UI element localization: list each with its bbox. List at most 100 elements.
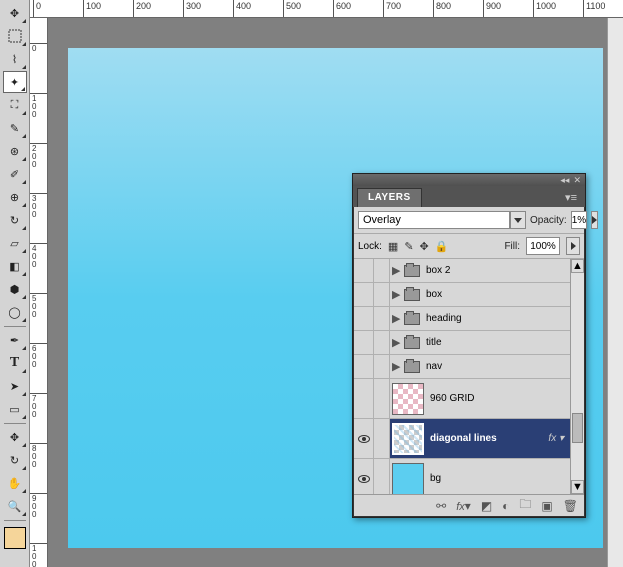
folder-icon [404,361,420,373]
layer-name[interactable]: title [426,337,442,348]
3d-tool[interactable]: ✥ [3,426,27,448]
visibility-toggle[interactable] [354,459,374,494]
eraser-tool[interactable]: ▱ [3,232,27,254]
magic-wand-tool[interactable]: ✦ [3,71,27,93]
gradient-tool[interactable]: ◧ [3,255,27,277]
lock-all-icon[interactable]: 🔒 [435,240,449,253]
layer-name[interactable]: nav [426,361,442,372]
zoom-tool[interactable]: 🔍 [3,495,27,517]
layer-thumbnail[interactable] [392,383,424,415]
3d-camera-tool[interactable]: ↻ [3,449,27,471]
visibility-toggle[interactable] [354,379,374,418]
link-column[interactable] [374,283,390,306]
panel-collapse-icon[interactable]: ◂◂ [560,175,569,186]
link-column[interactable] [374,331,390,354]
layer-name[interactable]: bg [430,473,441,484]
folder-icon [404,289,420,301]
layer-name[interactable]: box 2 [426,265,450,276]
link-layers-icon[interactable]: ⚯ [436,499,446,513]
type-tool[interactable]: T [3,352,27,374]
eye-icon [358,435,370,443]
blend-mode-dropdown-icon[interactable] [510,211,526,229]
layer-thumbnail[interactable] [392,463,424,495]
fill-flyout-icon[interactable] [566,237,580,255]
delete-layer-icon[interactable]: 🗑 [563,499,578,513]
visibility-toggle[interactable] [354,331,374,354]
blend-mode-row: Opacity: 1% [354,207,584,233]
fx-badge[interactable]: fx ▾ [548,433,564,444]
eye-icon [358,475,370,483]
link-column[interactable] [374,419,390,458]
eyedropper-tool[interactable]: ✎ [3,117,27,139]
folder-icon [404,313,420,325]
blend-mode-select[interactable] [358,211,510,229]
layer-mask-icon[interactable]: ◩ [481,499,492,513]
expand-icon[interactable]: ▶ [392,288,402,301]
layer-row[interactable]: diagonal lines fx ▾ [354,419,584,459]
dodge-tool[interactable]: ◯ [3,301,27,323]
link-column[interactable] [374,307,390,330]
opacity-flyout-icon[interactable] [591,211,598,229]
expand-icon[interactable]: ▶ [392,360,402,373]
layer-style-icon[interactable]: fx▾ [456,499,471,513]
toolbox: ✥ ⌇ ✦ ⛶ ✎ ⊛ ✐ ⊕ ↻ ▱ ◧ ⬢ ◯ ✒ T ➤ ▭ ✥ ↻ ✋ … [0,0,30,567]
visibility-toggle[interactable] [354,259,374,282]
clone-stamp-tool[interactable]: ⊕ [3,186,27,208]
layer-row[interactable]: ▶ nav [354,355,584,379]
link-column[interactable] [374,259,390,282]
folder-icon [404,337,420,349]
layer-name[interactable]: 960 GRID [430,393,474,404]
layer-thumbnail[interactable] [392,423,424,455]
opacity-field[interactable]: 1% [571,211,587,229]
panel-header[interactable]: ◂◂ ✕ [353,174,585,186]
visibility-toggle[interactable] [354,307,374,330]
brush-tool[interactable]: ✐ [3,163,27,185]
move-tool[interactable]: ✥ [3,2,27,24]
panel-footer: ⚯ fx▾ ◩ ◐ 🗀 ▣ 🗑 [354,494,584,516]
marquee-tool[interactable] [3,25,27,47]
expand-icon[interactable]: ▶ [392,264,402,277]
panel-tab-bar: LAYERS ▾≡ [353,186,585,207]
lock-pixels-icon[interactable]: ✎ [404,240,413,253]
fill-field[interactable]: 100% [526,237,560,255]
visibility-toggle[interactable] [354,355,374,378]
panel-close-icon[interactable]: ✕ [573,175,581,186]
history-brush-tool[interactable]: ↻ [3,209,27,231]
crop-tool[interactable]: ⛶ [3,94,27,116]
path-selection-tool[interactable]: ➤ [3,375,27,397]
layer-list-scrollbar[interactable]: ▲ ▼ [570,259,584,494]
layers-tab[interactable]: LAYERS [357,188,422,207]
link-column[interactable] [374,355,390,378]
layer-row[interactable]: ▶ box [354,283,584,307]
foreground-color-swatch[interactable] [4,527,26,549]
new-layer-icon[interactable]: ▣ [541,499,552,513]
main-scrollbar-vertical[interactable] [607,18,623,567]
layer-row[interactable]: ▶ heading [354,307,584,331]
lock-transparency-icon[interactable]: ▦ [388,240,398,253]
panel-menu-icon[interactable]: ▾≡ [561,188,581,207]
opacity-label: Opacity: [530,215,567,226]
hand-tool[interactable]: ✋ [3,472,27,494]
layer-name[interactable]: heading [426,313,462,324]
layer-row[interactable]: 960 GRID [354,379,584,419]
blur-tool[interactable]: ⬢ [3,278,27,300]
shape-tool[interactable]: ▭ [3,398,27,420]
visibility-toggle[interactable] [354,419,374,458]
healing-brush-tool[interactable]: ⊛ [3,140,27,162]
layer-name[interactable]: diagonal lines [430,433,497,444]
link-column[interactable] [374,459,390,494]
expand-icon[interactable]: ▶ [392,336,402,349]
pen-tool[interactable]: ✒ [3,329,27,351]
layer-row[interactable]: ▶ box 2 [354,259,584,283]
expand-icon[interactable]: ▶ [392,312,402,325]
link-column[interactable] [374,379,390,418]
new-group-icon[interactable]: 🗀 [519,495,531,516]
visibility-toggle[interactable] [354,283,374,306]
layer-row[interactable]: ▶ title [354,331,584,355]
layer-list: ▶ box 2 ▶ box ▶ heading ▶ title ▶ nav 960 GRID diag… [354,259,584,494]
adjustment-layer-icon[interactable]: ◐ [502,499,509,513]
layer-name[interactable]: box [426,289,442,300]
layer-row[interactable]: bg [354,459,584,494]
lock-position-icon[interactable]: ✥ [420,240,429,253]
lasso-tool[interactable]: ⌇ [3,48,27,70]
